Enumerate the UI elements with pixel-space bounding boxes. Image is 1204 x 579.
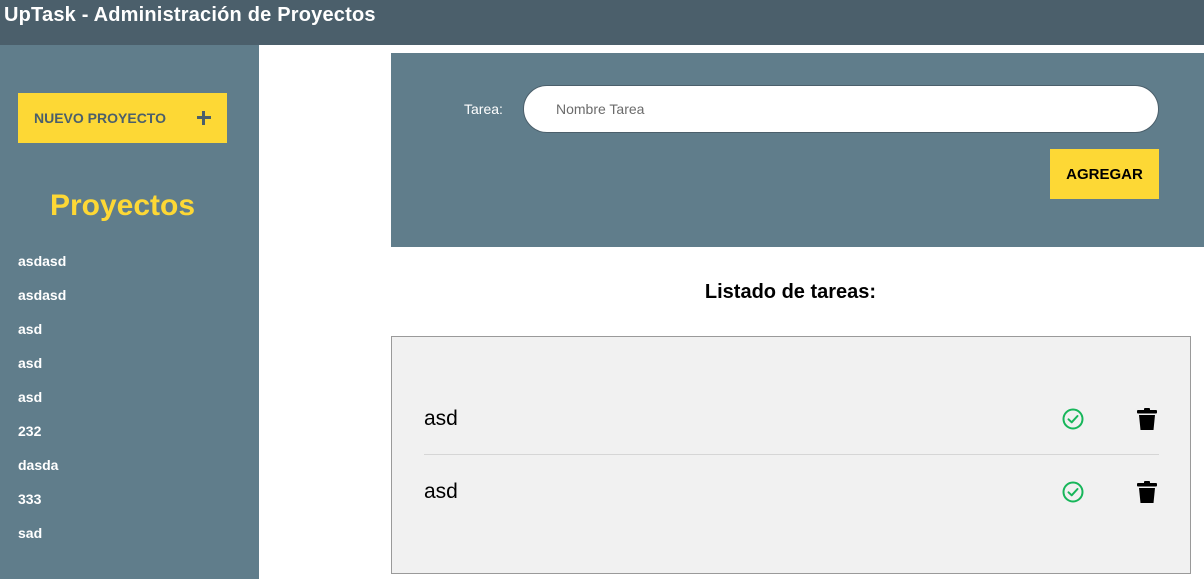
task-label: Tarea:	[464, 101, 503, 117]
add-task-button[interactable]: AGREGAR	[1050, 149, 1159, 199]
check-circle-icon[interactable]	[1061, 480, 1085, 504]
check-circle-icon[interactable]	[1061, 407, 1085, 431]
app-title: UpTask - Administración de Proyectos	[4, 4, 376, 26]
task-actions	[1061, 480, 1159, 504]
project-link[interactable]: asd	[18, 355, 42, 371]
project-list-item: dasda	[18, 457, 66, 491]
project-link[interactable]: 232	[18, 423, 41, 439]
task-name-input[interactable]	[523, 85, 1159, 133]
project-list-item: asd	[18, 355, 66, 389]
project-link[interactable]: dasda	[18, 457, 58, 473]
project-link[interactable]: asd	[18, 389, 42, 405]
new-project-label: NUEVO PROYECTO	[34, 110, 166, 126]
project-link[interactable]: sad	[18, 525, 42, 541]
project-link[interactable]: asdasd	[18, 287, 66, 303]
project-list-item: asd	[18, 321, 66, 355]
project-link[interactable]: asd	[18, 321, 42, 337]
task-list-title: Listado de tareas:	[704, 281, 877, 303]
task-row: asd	[424, 384, 1159, 455]
project-list-item: asd	[18, 389, 66, 423]
new-project-button[interactable]: NUEVO PROYECTO	[18, 93, 227, 143]
top-bar: UpTask - Administración de Proyectos	[0, 0, 1204, 45]
sidebar: NUEVO PROYECTO Proyectos asdasd asdasd a…	[0, 45, 259, 579]
project-list-item: 333	[18, 491, 66, 525]
task-row: asd	[424, 456, 1159, 527]
task-name: asd	[424, 479, 458, 503]
projects-heading: Proyectos	[49, 189, 196, 222]
project-list-item: asdasd	[18, 253, 66, 287]
add-task-form: Tarea: AGREGAR	[391, 53, 1204, 247]
project-list-item: 232	[18, 423, 66, 457]
task-actions	[1061, 407, 1159, 431]
project-link[interactable]: asdasd	[18, 253, 66, 269]
project-list-item: sad	[18, 525, 66, 559]
trash-icon[interactable]	[1135, 407, 1159, 431]
project-list: asdasd asdasd asd asd asd 232 dasda 333 …	[18, 253, 66, 559]
task-list: asd asd	[391, 336, 1191, 574]
plus-icon	[197, 111, 211, 125]
project-link[interactable]: 333	[18, 491, 41, 507]
task-name: asd	[424, 407, 458, 430]
trash-icon[interactable]	[1135, 480, 1159, 504]
project-list-item: asdasd	[18, 287, 66, 321]
